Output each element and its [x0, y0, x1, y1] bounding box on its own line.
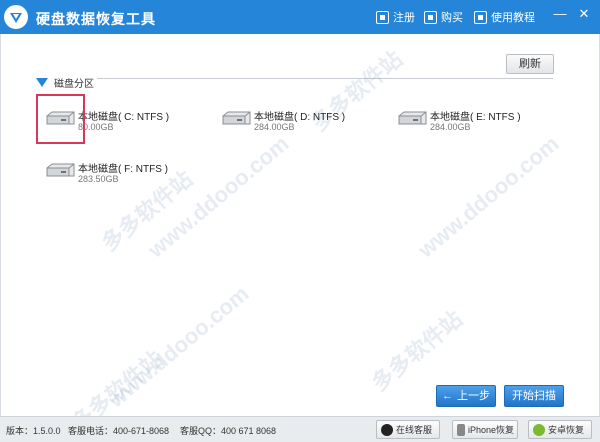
buy-label: 购买 [441, 12, 463, 24]
android-recovery-button[interactable]: 安卓恢复 [528, 420, 592, 439]
watermark-cn: 多多软件站 [306, 46, 408, 137]
drive-name: 本地磁盘( F: NTFS ) [78, 164, 168, 175]
watermark-site: www.ddooo.com [413, 130, 564, 263]
book-icon [474, 10, 487, 24]
drive-size: 284.00GB [430, 122, 471, 132]
iphone-recovery-button[interactable]: iPhone恢复 [452, 420, 518, 439]
watermark-cn: 多多软件站 [366, 306, 468, 397]
refresh-button[interactable]: 刷新 [506, 54, 554, 74]
app-title: 硬盘数据恢复工具 [36, 11, 156, 27]
version-text: 版本：1.5.0.0 [6, 426, 61, 436]
tutorial-label: 使用教程 [491, 12, 535, 24]
main-content: 刷新 磁盘分区 www.ddooo.com www.ddooo.com www.… [0, 34, 600, 436]
drive-name: 本地磁盘( D: NTFS ) [254, 112, 346, 123]
hard-drive-icon [222, 111, 251, 125]
drive-size: 284.00GB [254, 122, 295, 132]
drive-name: 本地磁盘( C: NTFS ) [78, 112, 170, 123]
qq-text: 客服QQ：400 671 8068 [180, 426, 277, 436]
register-icon [376, 10, 389, 24]
back-label: 上一步 [457, 390, 490, 402]
iphone-recovery-label: iPhone恢复 [468, 425, 515, 435]
online-service-label: 在线客服 [396, 425, 433, 435]
section-divider [97, 78, 553, 79]
android-icon [533, 423, 545, 436]
register-label: 注册 [393, 12, 415, 24]
collapse-triangle-icon[interactable] [36, 77, 48, 87]
qq-icon [381, 423, 393, 436]
phone-text: 客服电话：400-671-8068 [68, 426, 170, 436]
buy-button[interactable]: 购买 [424, 9, 463, 25]
iphone-icon [457, 423, 465, 436]
android-recovery-label: 安卓恢复 [548, 425, 585, 435]
drive-size: 283.50GB [78, 174, 119, 184]
cart-icon [424, 10, 437, 24]
start-scan-button[interactable]: 开始扫描 [504, 385, 564, 407]
watermark-site: www.ddooo.com [103, 280, 254, 413]
hard-drive-icon [46, 163, 75, 177]
register-button[interactable]: 注册 [376, 9, 415, 25]
drive-size: 80.00GB [78, 122, 114, 132]
hard-drive-icon [398, 111, 427, 125]
tutorial-button[interactable]: 使用教程 [474, 9, 535, 25]
title-bar: 硬盘数据恢复工具 注册 购买 使用教程 — ✕ [0, 0, 600, 34]
status-bar: 版本：1.5.0.0 客服电话：400-671-8068 客服QQ：400 67… [0, 416, 600, 442]
drive-name: 本地磁盘( E: NTFS ) [430, 112, 521, 123]
back-arrow-icon: ← [442, 390, 453, 402]
back-button[interactable]: ← 上一步 [436, 385, 496, 407]
app-logo-icon [4, 5, 28, 29]
watermark-site: www.ddooo.com [143, 130, 294, 263]
section-label: 磁盘分区 [54, 78, 94, 90]
close-button[interactable]: ✕ [576, 6, 592, 22]
minimize-button[interactable]: — [552, 6, 568, 22]
section-header: 磁盘分区 [36, 75, 94, 90]
online-service-button[interactable]: 在线客服 [376, 420, 440, 439]
hard-drive-icon [46, 111, 75, 125]
